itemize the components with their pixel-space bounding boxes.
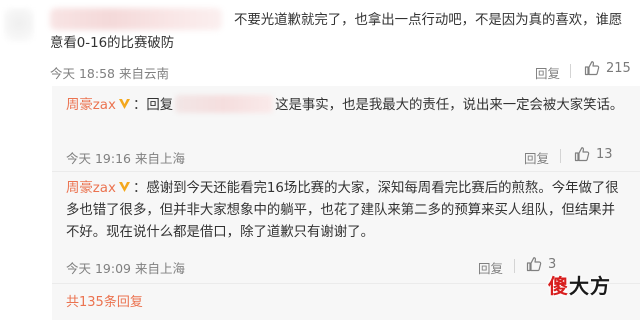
main-comment-timestamp: 今天 18:58 来自云南 xyxy=(50,66,169,81)
main-reply-button[interactable]: 回复 xyxy=(535,63,560,82)
watermark: 傻大方 xyxy=(548,270,611,299)
main-comment-line2: 意看0-16的比赛破防 xyxy=(50,36,175,51)
divider xyxy=(560,149,561,163)
thumbs-up-icon xyxy=(584,61,600,76)
divider xyxy=(514,259,515,273)
reply-1-prefix: ：回复 xyxy=(132,98,174,113)
total-replies-link[interactable]: 共135条回复 xyxy=(66,291,143,310)
reply-1-username[interactable]: 周豪zax xyxy=(66,98,116,113)
avatar[interactable] xyxy=(4,8,34,42)
reply-2-timestamp: 今天 19:09 来自上海 xyxy=(66,261,185,276)
watermark-part1: 傻 xyxy=(548,274,569,298)
reply-1-like-button[interactable]: 13 xyxy=(574,146,613,162)
thumbs-up-icon xyxy=(574,147,590,162)
reply-2-reply-button[interactable]: 回复 xyxy=(478,258,503,277)
reply-1-like-count: 13 xyxy=(596,146,613,162)
divider xyxy=(570,64,571,78)
reply-1-content: 这是事实，也是我最大的责任，说出来一定会被大家笑话。 xyxy=(275,98,624,113)
reply-1-text: 周豪zax ：回复 这是事实，也是我最大的责任，说出来一定会被大家笑话。 xyxy=(66,95,626,117)
vip-badge-icon xyxy=(118,182,130,192)
watermark-part2: 大方 xyxy=(569,274,611,298)
main-comment-text: 不要光道歉就完了，也拿出一点行动吧，不是因为真的喜欢，谁愿 意看0-16的比赛破… xyxy=(50,9,635,55)
reply-1-timestamp: 今天 19:16 来自上海 xyxy=(66,151,185,166)
vip-badge-icon xyxy=(118,99,130,109)
reply-2-text: 周豪zax ：感谢到今天还能看完16场比赛的大家，深知每周看完比赛后的煎熬。今年做… xyxy=(66,178,626,244)
main-comment-line1: 不要光道歉就完了，也拿出一点行动吧，不是因为真的喜欢，谁愿 xyxy=(234,13,623,28)
reply-2-username[interactable]: 周豪zax xyxy=(66,181,116,196)
reply-1-reply-button[interactable]: 回复 xyxy=(524,148,549,167)
main-like-count: 215 xyxy=(606,60,631,76)
reply-divider xyxy=(52,171,640,172)
reply-2-content: ：感谢到今天还能看完16场比赛的大家，深知每周看完比赛后的煎熬。今年做了很多也错… xyxy=(66,181,619,240)
thumbs-up-icon xyxy=(526,257,542,272)
main-like-button[interactable]: 215 xyxy=(584,60,631,76)
blurred-mention[interactable] xyxy=(175,95,274,113)
